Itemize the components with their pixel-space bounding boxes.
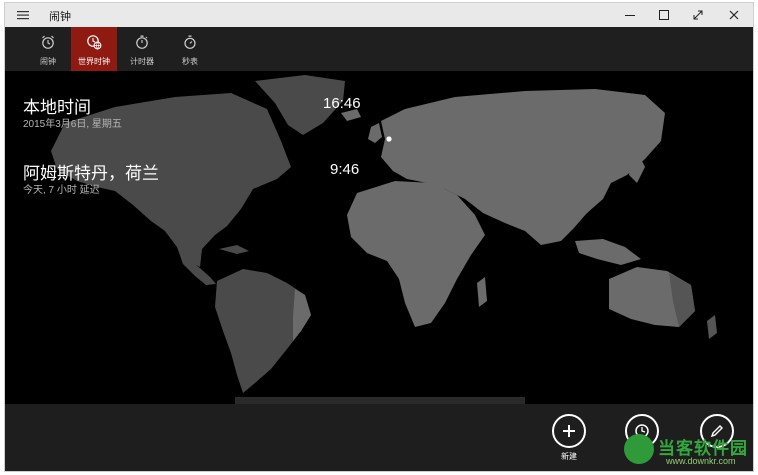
watermark-url: www.downkr.com bbox=[666, 456, 736, 466]
title-bar: 闹钟 bbox=[5, 3, 753, 27]
clock-time-local: 16:46 bbox=[323, 95, 361, 112]
fullscreen-icon bbox=[693, 10, 703, 20]
clock-subtitle-amsterdam: 今天, 7 小时 延迟 bbox=[23, 185, 100, 196]
tab-bar: 闹钟 世界时钟 计时器 秒表 bbox=[5, 27, 753, 71]
tab-timer-label: 计时器 bbox=[130, 57, 154, 66]
site-watermark: 当客软件园 www.downkr.com bbox=[620, 432, 758, 470]
app-title: 闹钟 bbox=[49, 11, 71, 23]
maximize-button[interactable] bbox=[647, 3, 681, 27]
clock-time-amsterdam: 9:46 bbox=[330, 161, 360, 178]
tab-world-clock-label: 世界时钟 bbox=[78, 57, 110, 66]
plus-icon bbox=[563, 425, 575, 437]
tab-timer[interactable]: 计时器 bbox=[119, 27, 165, 71]
clock-app-window: 闹钟 闹钟 世界时钟 计时器 秒表 本地时间 2015年3月6日, 星期五 16… bbox=[4, 2, 754, 472]
world-clock-icon bbox=[87, 35, 102, 50]
minimize-button[interactable] bbox=[613, 3, 647, 27]
clock-subtitle-local: 2015年3月6日, 星期五 bbox=[23, 119, 122, 130]
close-icon bbox=[729, 10, 739, 20]
new-clock-label: 新建 bbox=[561, 452, 577, 461]
fullscreen-button[interactable] bbox=[681, 3, 715, 27]
tab-alarm[interactable]: 闹钟 bbox=[25, 27, 71, 71]
tab-stopwatch-label: 秒表 bbox=[182, 57, 198, 66]
tab-alarm-label: 闹钟 bbox=[40, 57, 56, 66]
world-map: 本地时间 2015年3月6日, 星期五 16:46 阿姆斯特丹，荷兰 今天, 7… bbox=[5, 71, 753, 404]
alarm-icon bbox=[42, 35, 54, 49]
timer-icon bbox=[136, 35, 148, 49]
new-clock-button[interactable] bbox=[552, 414, 586, 448]
tab-stopwatch[interactable]: 秒表 bbox=[167, 27, 213, 71]
close-button[interactable] bbox=[717, 3, 751, 27]
hamburger-icon[interactable] bbox=[15, 7, 31, 23]
stopwatch-icon bbox=[184, 35, 196, 49]
maximize-icon bbox=[659, 10, 669, 20]
minimize-icon bbox=[625, 15, 635, 16]
watermark-logo-icon bbox=[624, 434, 654, 464]
tab-world-clock[interactable]: 世界时钟 bbox=[71, 27, 117, 71]
